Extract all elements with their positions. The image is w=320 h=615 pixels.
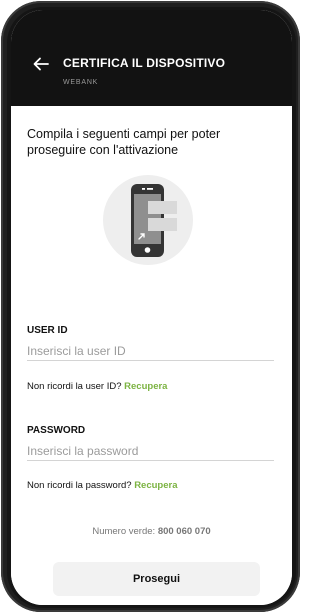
password-label: PASSWORD [27, 425, 86, 436]
page-title: CERTIFICA IL DISPOSITIVO [63, 56, 226, 70]
smartphone-certify-icon [103, 175, 193, 265]
toll-free-label: Numero verde: [92, 526, 156, 537]
back-button[interactable] [29, 54, 53, 74]
form-content: Compila i seguenti campi per poter prose… [11, 106, 292, 605]
recover-password-link[interactable]: Recupera [134, 480, 177, 491]
password-help-text: Non ricordi la password? [27, 480, 132, 491]
user-id-help-text: Non ricordi la user ID? [27, 381, 122, 392]
intro-text: Compila i seguenti campi per poter prose… [27, 127, 221, 157]
user-id-input[interactable] [27, 342, 274, 361]
continue-button[interactable]: Prosegui [53, 562, 260, 596]
app-screen: CERTIFICA IL DISPOSITIVO WEBANK Compila … [11, 10, 292, 605]
toll-free-number: Numero verde: 800 060 070 [11, 526, 292, 537]
app-header: CERTIFICA IL DISPOSITIVO WEBANK [11, 10, 292, 106]
page-subtitle: WEBANK [63, 79, 99, 86]
password-input[interactable] [27, 442, 274, 461]
user-id-label: USER ID [27, 325, 68, 336]
user-id-help: Non ricordi la user ID? Recupera [27, 381, 167, 392]
toll-free-value[interactable]: 800 060 070 [158, 526, 211, 537]
arrow-left-icon [33, 57, 49, 71]
recover-user-id-link[interactable]: Recupera [124, 381, 167, 392]
password-help: Non ricordi la password? Recupera [27, 480, 178, 491]
